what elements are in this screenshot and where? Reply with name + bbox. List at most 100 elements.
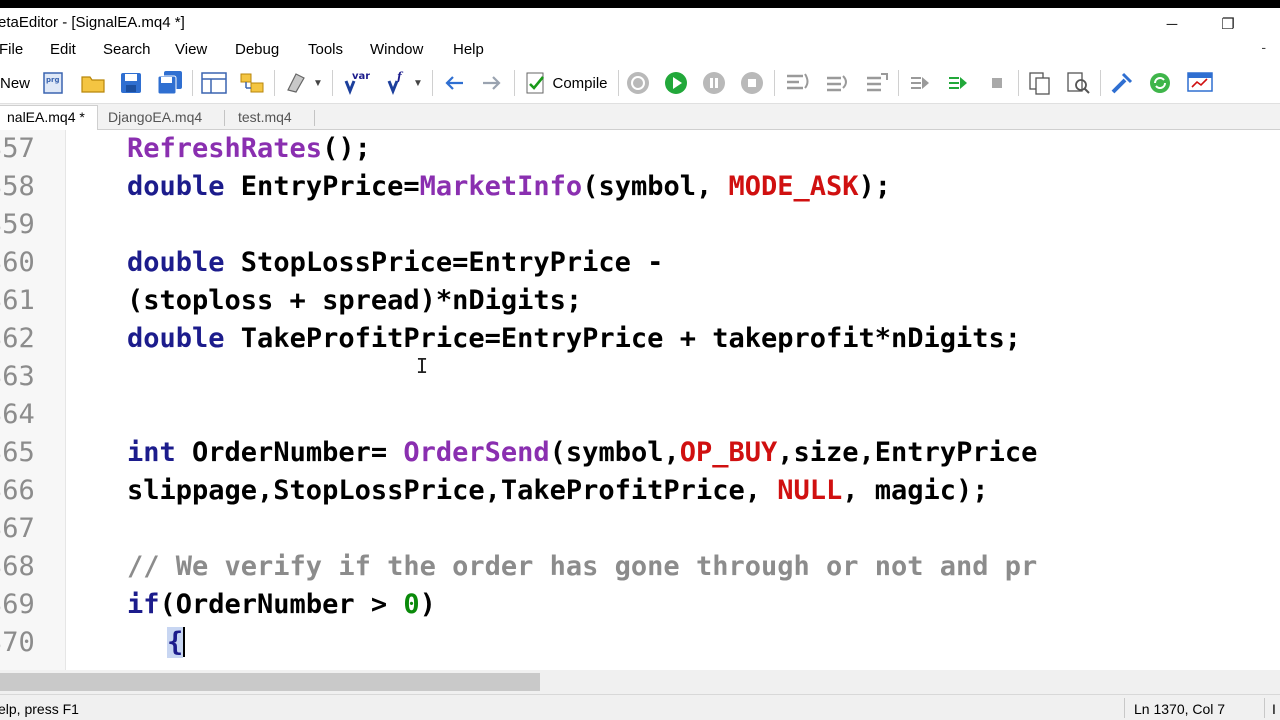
new-icon[interactable]: prg <box>38 69 68 97</box>
styler-icon <box>287 73 305 93</box>
insert-function-icon: f <box>387 70 404 96</box>
horizontal-scrollbar[interactable] <box>0 670 1280 694</box>
line-number: 360 <box>0 247 35 278</box>
terminal-button[interactable] <box>1184 69 1216 97</box>
code-line-368: // We verify if the order has gone throu… <box>127 551 1038 582</box>
tab-signalea[interactable]: nalEA.mq4 * <box>0 105 98 131</box>
toolbar-separator <box>514 70 515 96</box>
start-debug-button[interactable] <box>660 69 692 97</box>
stop-square-icon <box>741 72 763 94</box>
toolbar-separator <box>1018 70 1019 96</box>
line-number: 366 <box>0 475 35 506</box>
window-title: etaEditor - [SignalEA.mq4 *] <box>0 14 185 31</box>
code-line-370: { <box>167 624 186 662</box>
code-line-369: if(OrderNumber > 0) <box>127 589 436 620</box>
save-all-icon[interactable] <box>154 69 186 97</box>
play-icon <box>665 72 687 94</box>
step-over-button[interactable] <box>820 69 854 97</box>
step-into-button[interactable] <box>780 69 814 97</box>
open-folder-icon[interactable] <box>78 69 108 97</box>
line-number: 359 <box>0 209 35 240</box>
toolbar-separator <box>898 70 899 96</box>
toolbar-separator <box>274 70 275 96</box>
tab-djangoea[interactable]: DjangoEA.mq4 <box>96 106 214 130</box>
svg-text:var: var <box>352 71 370 82</box>
toolbar-separator <box>192 70 193 96</box>
status-bar: elp, press F1 Ln 1370, Col 7 I <box>0 694 1280 720</box>
menu-search[interactable]: Search <box>103 41 151 58</box>
styler-button[interactable]: ▼ <box>280 69 326 97</box>
toolbar-separator <box>774 70 775 96</box>
document-minimize-button[interactable]: - <box>1261 39 1266 55</box>
insert-function-button[interactable]: f ▼ <box>378 69 428 97</box>
toolbar-separator <box>618 70 619 96</box>
cursor-position: Ln 1370, Col 7 <box>1134 701 1226 717</box>
file-tab-bar: nalEA.mq4 * DjangoEA.mq4 test.mq4 <box>0 104 1280 131</box>
text-caret <box>183 626 186 657</box>
menu-tools[interactable]: Tools <box>308 41 343 58</box>
menu-window[interactable]: Window <box>370 41 423 58</box>
line-number: 358 <box>0 171 35 202</box>
insert-var-button[interactable]: var <box>338 69 372 97</box>
step-out-button[interactable] <box>860 69 894 97</box>
line-number: 365 <box>0 437 35 468</box>
navigator-icon[interactable] <box>198 69 230 97</box>
new-button[interactable]: New <box>0 69 30 97</box>
menu-debug[interactable]: Debug <box>235 41 279 58</box>
menu-file[interactable]: File <box>0 41 23 58</box>
menu-edit[interactable]: Edit <box>50 41 76 58</box>
menu-view[interactable]: View <box>175 41 207 58</box>
terminal-icon <box>1187 72 1213 92</box>
code-line-365: int OrderNumber= OrderSend(symbol,OP_BUY… <box>127 437 1038 468</box>
stop-debug-button[interactable] <box>622 69 654 97</box>
line-number: 363 <box>0 361 35 392</box>
toolbar-separator <box>332 70 333 96</box>
toolbox-icon[interactable] <box>236 69 268 97</box>
step-out-icon <box>867 73 888 92</box>
step-over-icon <box>827 75 847 92</box>
sync-icon <box>1150 73 1170 93</box>
breakpoint-button[interactable] <box>982 69 1012 97</box>
code-line-366: slippage,StopLossPrice,TakeProfitPrice, … <box>127 475 989 506</box>
line-number: 370 <box>0 627 35 658</box>
status-separator <box>1124 698 1125 718</box>
line-number: 367 <box>0 513 35 544</box>
code-line-361: (stoploss + spread)*nDigits; <box>127 285 583 316</box>
status-separator <box>1264 698 1265 718</box>
line-number-gutter: 357 358 359 360 361 362 363 364 365 366 … <box>0 130 66 670</box>
compile-check-icon <box>526 72 545 94</box>
compile-label: Compile <box>552 74 608 92</box>
svg-text:prg: prg <box>46 76 59 84</box>
line-number: 369 <box>0 589 35 620</box>
back-button[interactable] <box>438 69 470 97</box>
menu-help[interactable]: Help <box>453 41 484 58</box>
step-into-icon <box>787 73 809 90</box>
minimize-icon: ─ <box>1166 15 1178 33</box>
restore-button[interactable]: ❐ <box>1208 12 1248 36</box>
tab-label: test.mq4 <box>238 109 292 125</box>
minimize-button[interactable]: ─ <box>1152 12 1192 36</box>
scrollbar-thumb[interactable] <box>0 673 540 691</box>
forward-button[interactable] <box>476 69 508 97</box>
code-editor[interactable]: 357 358 359 360 361 362 363 364 365 366 … <box>0 130 1280 670</box>
copy-button[interactable] <box>1024 69 1056 97</box>
find-button[interactable] <box>1062 69 1094 97</box>
options-button[interactable] <box>1106 69 1138 97</box>
mouse-ibeam-cursor: I <box>416 354 429 378</box>
line-number: 361 <box>0 285 35 316</box>
stop-square-button[interactable] <box>736 69 768 97</box>
pause-icon <box>703 72 725 94</box>
status-help-text: elp, press F1 <box>0 701 79 717</box>
pause-debug-button[interactable] <box>698 69 730 97</box>
code-line-360: double StopLossPrice=EntryPrice - <box>127 247 664 278</box>
tab-test[interactable]: test.mq4 <box>226 106 304 130</box>
go-button[interactable] <box>942 69 974 97</box>
code-line-362: double TakeProfitPrice=EntryPrice + take… <box>127 323 1022 354</box>
back-arrow-icon <box>445 76 463 90</box>
next-button[interactable] <box>904 69 936 97</box>
community-button[interactable] <box>1144 69 1176 97</box>
compile-button[interactable]: Compile <box>520 69 612 97</box>
restore-icon: ❐ <box>1221 16 1235 33</box>
save-icon[interactable] <box>116 69 146 97</box>
line-number: 368 <box>0 551 35 582</box>
